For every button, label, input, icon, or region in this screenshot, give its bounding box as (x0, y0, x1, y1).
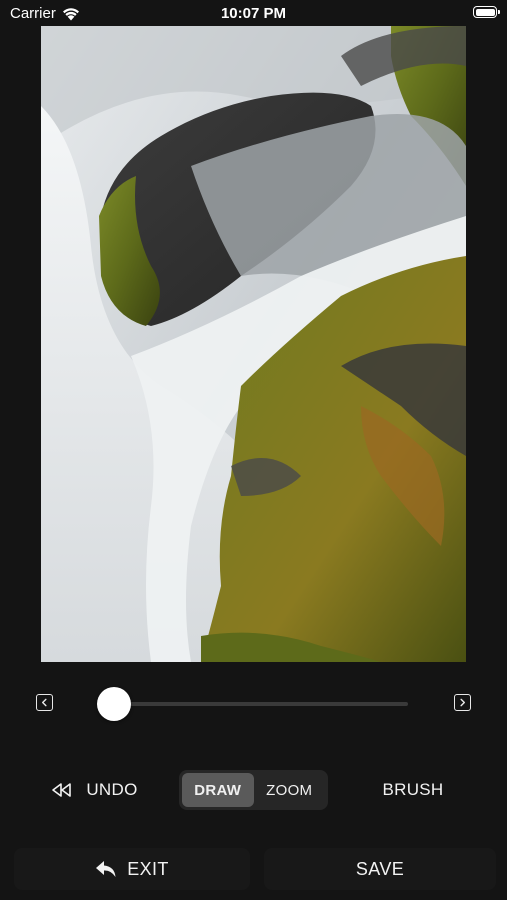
mode-draw-segment[interactable]: DRAW (182, 773, 254, 807)
mode-zoom-segment[interactable]: ZOOM (254, 773, 326, 807)
undo-button[interactable]: UNDO (30, 770, 158, 810)
undo-label: UNDO (86, 780, 138, 799)
waterfall-photo (41, 26, 466, 662)
chevron-left-icon (41, 698, 47, 707)
next-button[interactable] (454, 694, 471, 711)
mode-segmented-control: DRAW ZOOM (179, 770, 328, 810)
exit-label: EXIT (127, 858, 169, 879)
clock: 10:07 PM (220, 5, 287, 22)
exit-button[interactable]: EXIT (14, 848, 250, 890)
slider-track[interactable] (114, 702, 408, 706)
chevron-right-icon (460, 698, 466, 707)
previous-button[interactable] (36, 694, 53, 711)
battery-icon (473, 6, 500, 18)
reply-arrow-icon (95, 860, 117, 878)
rewind-icon (50, 782, 76, 798)
status-bar: Carrier 10:07 PM (0, 0, 507, 28)
brush-label: BRUSH (382, 780, 444, 799)
brush-button[interactable]: BRUSH (352, 770, 474, 810)
editor-screen: Carrier 10:07 PM UNDO DRAW ZOOM BRUSH EX… (0, 0, 507, 900)
slider-thumb[interactable] (97, 687, 131, 721)
save-label: SAVE (355, 858, 405, 879)
photo-canvas[interactable] (41, 26, 466, 662)
save-button[interactable]: SAVE (264, 848, 496, 890)
